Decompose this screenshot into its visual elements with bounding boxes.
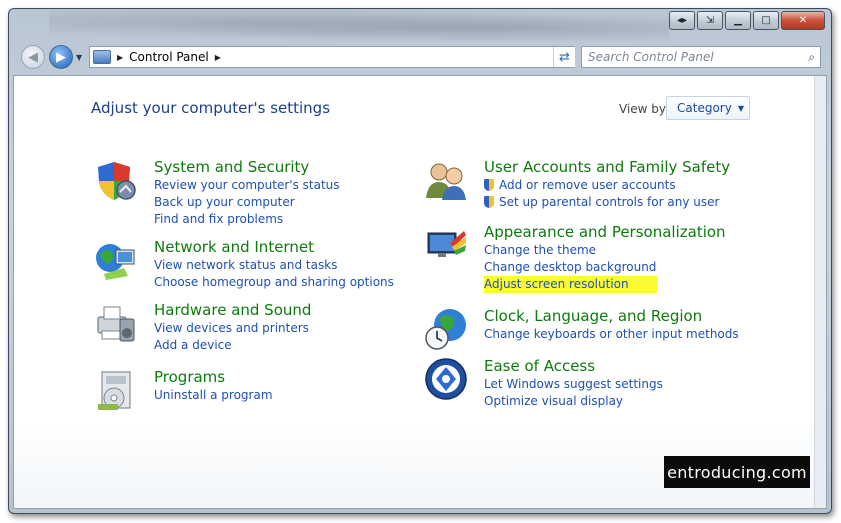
- view-by-dropdown[interactable]: Category ▼: [666, 96, 750, 120]
- category-title[interactable]: Appearance and Personalization: [484, 223, 726, 241]
- category-title[interactable]: Hardware and Sound: [154, 301, 311, 319]
- category-title[interactable]: Ease of Access: [484, 357, 595, 375]
- category-title[interactable]: System and Security: [154, 158, 309, 176]
- link-review-status[interactable]: Review your computer's status: [154, 177, 340, 194]
- link-change-theme[interactable]: Change the theme: [484, 242, 657, 259]
- category-title[interactable]: Clock, Language, and Region: [484, 307, 702, 325]
- address-bar[interactable]: ▶ Control Panel ▶: [89, 46, 575, 68]
- back-button[interactable]: ◀: [21, 45, 45, 69]
- link-homegroup[interactable]: Choose homegroup and sharing options: [154, 274, 394, 291]
- users-icon: [426, 163, 466, 200]
- watermark-logo: entroducing.com: [664, 456, 810, 488]
- clock-globe-icon: [425, 309, 466, 350]
- link-desktop-background[interactable]: Change desktop background: [484, 259, 657, 276]
- refresh-button[interactable]: ⇄: [553, 47, 575, 67]
- navigation-bar: ◀ ▶ ▼ ▶ Control Panel ▶ ⇄ Search Control…: [9, 41, 831, 75]
- breadcrumb-control-panel[interactable]: Control Panel: [129, 50, 209, 64]
- link-optimize-display[interactable]: Optimize visual display: [484, 393, 663, 410]
- maximize-icon[interactable]: □: [753, 11, 779, 30]
- switch-icon[interactable]: ◂▸: [669, 11, 695, 30]
- title-bar-background: [49, 9, 669, 41]
- link-devices-printers[interactable]: View devices and printers: [154, 320, 309, 337]
- link-windows-suggest[interactable]: Let Windows suggest settings: [484, 376, 663, 393]
- appearance-icon: [427, 231, 466, 257]
- link-add-remove-accounts[interactable]: Add or remove user accounts: [484, 177, 719, 194]
- link-add-device[interactable]: Add a device: [154, 337, 309, 354]
- network-icon: [96, 244, 135, 280]
- title-bar[interactable]: ◂▸ ⇲ ▁ □ ✕: [9, 9, 831, 41]
- recent-pages-dropdown-icon[interactable]: ▼: [76, 53, 82, 62]
- ease-of-access-icon: [425, 358, 467, 400]
- link-parental-controls[interactable]: Set up parental controls for any user: [484, 194, 719, 211]
- search-input[interactable]: Search Control Panel ⌕: [581, 46, 821, 68]
- view-by-label: View by:: [619, 102, 670, 116]
- breadcrumb-separator-icon[interactable]: ▶: [117, 53, 123, 62]
- link-screen-resolution[interactable]: Adjust screen resolution: [484, 276, 657, 293]
- arrow-left-icon: ◀: [28, 49, 38, 65]
- programs-icon: [98, 371, 131, 410]
- breadcrumb-separator-icon[interactable]: ▶: [215, 53, 221, 62]
- category-title[interactable]: Programs: [154, 368, 225, 386]
- forward-button[interactable]: ▶: [49, 45, 73, 69]
- link-keyboards[interactable]: Change keyboards or other input methods: [484, 326, 739, 343]
- link-uninstall[interactable]: Uninstall a program: [154, 387, 273, 404]
- snap-icon[interactable]: ⇲: [697, 11, 723, 30]
- link-back-up[interactable]: Back up your computer: [154, 194, 340, 211]
- control-panel-window: ◂▸ ⇲ ▁ □ ✕ ◀ ▶ ▼ ▶ Control Panel ▶ ⇄ Sea…: [8, 8, 832, 514]
- link-network-status[interactable]: View network status and tasks: [154, 257, 394, 274]
- printer-icon: [97, 306, 135, 342]
- view-by-value: Category: [677, 101, 732, 115]
- search-placeholder: Search Control Panel: [588, 50, 714, 64]
- close-icon[interactable]: ✕: [781, 11, 825, 30]
- category-title[interactable]: User Accounts and Family Safety: [484, 158, 730, 176]
- control-panel-icon: [93, 50, 111, 64]
- control-panel-content: Adjust your computer's settings View by:…: [13, 75, 827, 509]
- category-title[interactable]: Network and Internet: [154, 238, 314, 256]
- chevron-down-icon: ▼: [737, 103, 744, 113]
- shield-icon: [98, 162, 136, 200]
- vertical-scrollbar[interactable]: [814, 76, 826, 508]
- caption-buttons: ◂▸ ⇲ ▁ □ ✕: [669, 11, 825, 30]
- link-find-fix[interactable]: Find and fix problems: [154, 211, 340, 228]
- arrow-right-icon: ▶: [56, 49, 66, 65]
- minimize-icon[interactable]: ▁: [725, 11, 751, 30]
- refresh-icon: ⇄: [559, 49, 570, 65]
- page-title: Adjust your computer's settings: [91, 99, 331, 117]
- search-icon[interactable]: ⌕: [808, 50, 815, 65]
